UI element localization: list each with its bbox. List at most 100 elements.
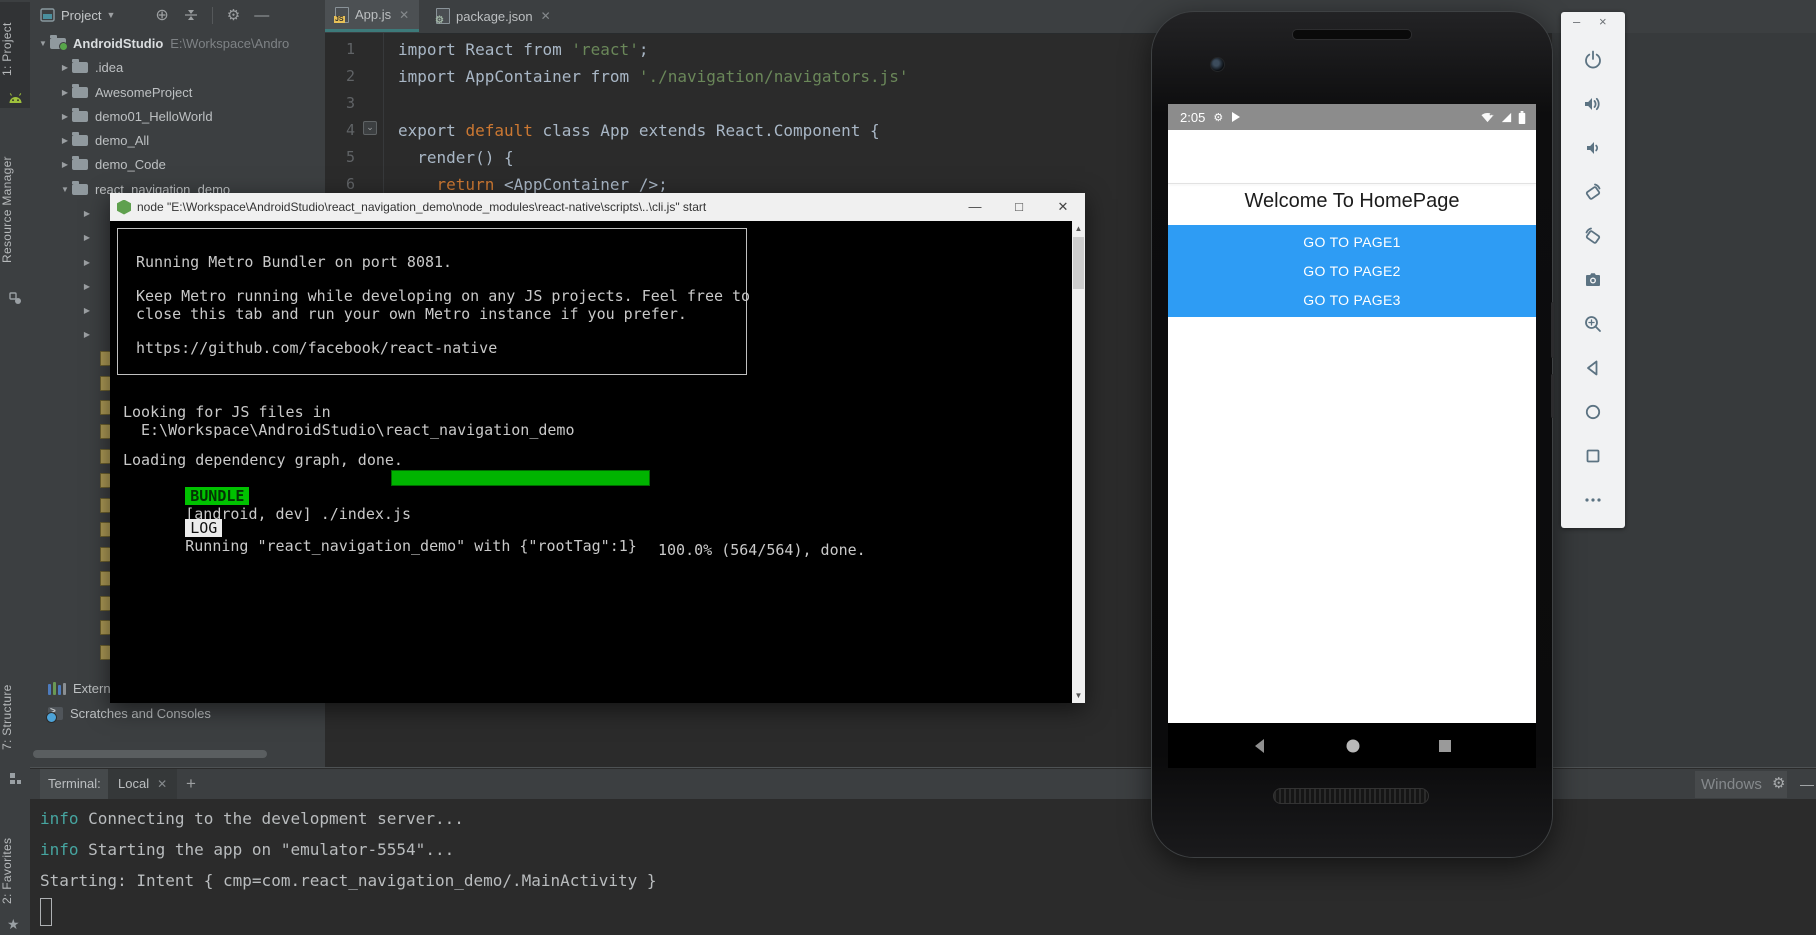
locate-icon[interactable]: ⊕ <box>155 5 168 25</box>
rotate-right-icon[interactable] <box>1561 214 1625 258</box>
collapse-all-icon[interactable] <box>183 7 199 23</box>
tree-expand-icon[interactable]: ▼ <box>58 185 72 194</box>
project-window-icon[interactable] <box>40 8 55 22</box>
code-fold-icon[interactable]: ⌄ <box>363 121 377 135</box>
go-to-page3-button[interactable]: GO TO PAGE3 <box>1168 292 1536 308</box>
resource-manager-icon[interactable] <box>9 292 22 305</box>
nav-home-icon[interactable] <box>1345 738 1361 754</box>
screenshot-camera-icon[interactable] <box>1561 258 1625 302</box>
gear-status-icon: ⚙ <box>1213 111 1224 124</box>
line-number: 4 <box>345 121 355 139</box>
tree-row[interactable]: ▶ demo_All <box>58 128 149 152</box>
tree-row-partial[interactable] <box>100 498 110 514</box>
tree-row-partial[interactable]: ▶ <box>80 274 104 298</box>
gear-icon[interactable]: ⚙ <box>227 6 240 24</box>
tab-app-js[interactable]: JS App.js ✕ <box>325 0 420 32</box>
tree-row-partial[interactable]: ▶ <box>80 322 104 346</box>
zoom-icon[interactable] <box>1561 302 1625 346</box>
close-icon[interactable]: ✕ <box>157 769 167 799</box>
tree-row-partial[interactable] <box>100 400 110 416</box>
tree-row-partial[interactable]: ▶ <box>80 225 104 249</box>
tree-row-partial[interactable] <box>100 376 110 392</box>
app-title: Welcome To HomePage <box>1244 190 1460 212</box>
tree-collapse-icon[interactable]: ▶ <box>58 136 72 145</box>
tree-collapse-icon[interactable]: ▶ <box>58 88 72 97</box>
volume-up-icon[interactable] <box>1561 82 1625 126</box>
nav-overview-icon[interactable] <box>1438 739 1452 753</box>
horizontal-scrollbar[interactable] <box>33 750 267 758</box>
tab-package-json[interactable]: ⚙ package.json ✕ <box>426 0 561 32</box>
phone-speaker <box>1292 29 1412 40</box>
tree-row-partial[interactable] <box>100 522 110 538</box>
tree-row-partial[interactable] <box>100 645 110 661</box>
phone-screen[interactable]: 2:05 ⚙ Welcome To HomePage GO TO PAGE1 G… <box>1168 104 1536 768</box>
tree-row-partial[interactable] <box>100 571 110 587</box>
folder-icon <box>72 155 88 170</box>
tree-row[interactable]: ▶ demo01_HelloWorld <box>58 104 213 128</box>
tree-row-partial[interactable] <box>100 547 110 563</box>
tree-row[interactable]: ▶ .idea <box>58 55 123 79</box>
folder-icon <box>72 58 88 73</box>
more-icon[interactable] <box>1561 478 1625 522</box>
hide-panel-icon[interactable]: — <box>254 7 269 24</box>
tree-row-partial[interactable]: ▶ <box>80 298 104 322</box>
rotate-left-icon[interactable] <box>1561 170 1625 214</box>
power-icon[interactable] <box>1561 38 1625 82</box>
hide-panel-icon[interactable]: — <box>1800 769 1814 799</box>
maximize-button[interactable]: □ <box>997 193 1041 221</box>
chevron-down-icon[interactable]: ▼ <box>106 10 115 20</box>
close-icon[interactable]: × <box>1599 14 1607 29</box>
close-button[interactable]: ✕ <box>1041 193 1085 221</box>
new-terminal-button[interactable]: + <box>176 769 206 799</box>
gear-icon[interactable]: ⚙ <box>1772 769 1785 799</box>
terminal-cursor[interactable] <box>40 898 52 926</box>
back-icon[interactable] <box>1561 346 1625 390</box>
scroll-down-icon[interactable]: ▼ <box>1072 688 1085 703</box>
minimize-icon[interactable]: – <box>1573 14 1580 29</box>
go-to-page1-button[interactable]: GO TO PAGE1 <box>1168 234 1536 250</box>
close-icon[interactable]: ✕ <box>399 8 409 22</box>
home-icon[interactable] <box>1561 390 1625 434</box>
tree-expand-icon[interactable]: ▼ <box>36 39 50 48</box>
favorites-star-icon[interactable]: ★ <box>7 916 20 933</box>
tree-row-partial[interactable]: ▶ <box>80 250 104 274</box>
nav-back-icon[interactable] <box>1252 738 1268 754</box>
minimize-button[interactable]: — <box>953 193 997 221</box>
cmd-window[interactable]: node "E:\Workspace\AndroidStudio\react_n… <box>110 193 1085 703</box>
cmd-title-bar[interactable]: node "E:\Workspace\AndroidStudio\react_n… <box>110 193 1085 221</box>
battery-icon <box>1518 110 1526 124</box>
volume-down-icon[interactable] <box>1561 126 1625 170</box>
tool-button-resource-manager[interactable]: Resource Manager <box>0 134 30 286</box>
tree-row[interactable]: ▶ demo_Code <box>58 152 166 176</box>
tool-button-project[interactable]: 1: Project <box>0 10 30 88</box>
tree-row-partial[interactable] <box>100 351 110 367</box>
tree-collapse-icon[interactable]: ▶ <box>58 112 72 121</box>
external-libraries-icon <box>48 681 66 695</box>
tool-button-favorites[interactable]: 2: Favorites <box>0 824 30 918</box>
tree-item-label: demo_All <box>95 132 150 148</box>
tree-row-partial[interactable] <box>100 424 110 440</box>
tree-collapse-icon[interactable]: ▶ <box>58 63 72 72</box>
tree-collapse-icon[interactable]: ▶ <box>58 160 72 169</box>
tree-row-partial[interactable] <box>100 449 110 465</box>
terminal-label[interactable]: Terminal: <box>40 769 109 799</box>
close-icon[interactable]: ✕ <box>541 9 551 23</box>
structure-icon[interactable] <box>9 772 22 785</box>
tree-row-partial[interactable] <box>100 596 110 612</box>
go-to-page2-button[interactable]: GO TO PAGE2 <box>1168 263 1536 279</box>
tree-row-partial[interactable] <box>100 620 110 636</box>
tree-row-partial[interactable] <box>100 473 110 489</box>
android-icon[interactable] <box>8 92 23 105</box>
overview-icon[interactable] <box>1561 434 1625 478</box>
vertical-scrollbar[interactable]: ▲ ▼ <box>1072 221 1085 703</box>
tree-row[interactable]: ▶ AwesomeProject <box>58 80 192 104</box>
tree-row-partial[interactable]: ▶ <box>80 201 104 225</box>
tool-button-structure[interactable]: 7: Structure <box>0 668 30 766</box>
scrollbar-thumb[interactable] <box>1073 237 1084 289</box>
tree-row-scratches[interactable]: Scratches and Consoles <box>46 701 211 725</box>
scroll-up-icon[interactable]: ▲ <box>1072 221 1085 236</box>
terminal-tab-local[interactable]: Local ✕ <box>108 769 178 799</box>
scratches-icon <box>46 706 63 723</box>
project-dropdown[interactable]: Project <box>61 8 101 23</box>
tree-row-root[interactable]: ▼ AndroidStudio E:\Workspace\Andro <box>36 31 289 55</box>
